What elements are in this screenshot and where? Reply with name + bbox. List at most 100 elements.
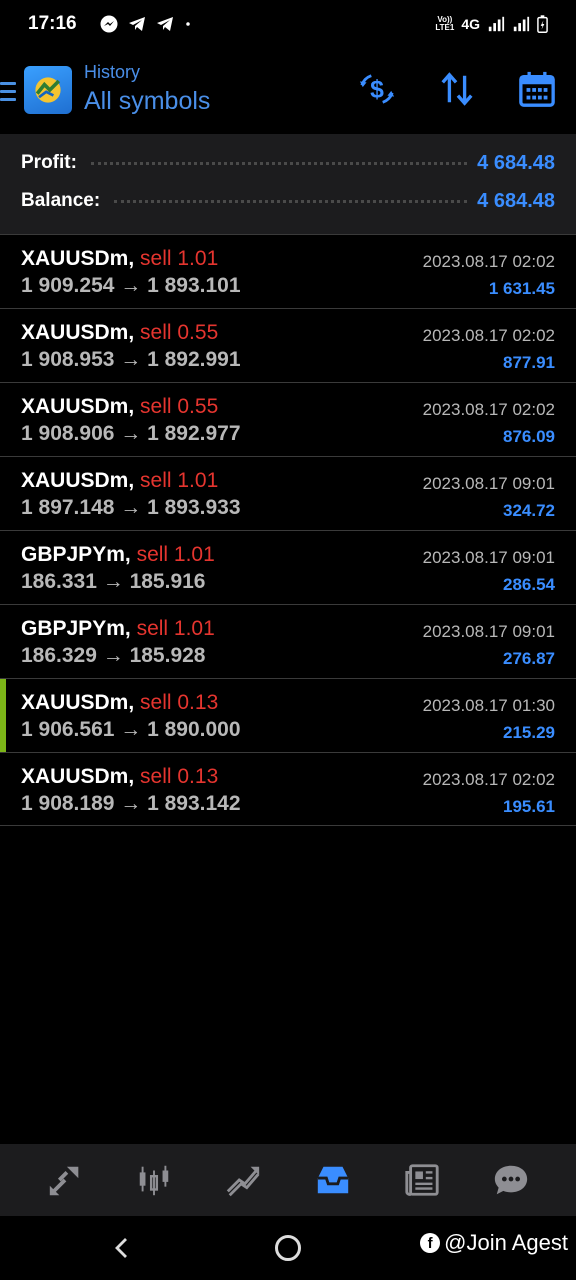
- trade-history-list: XAUUSDm, sell 1.01 1 909.254 → 1 893.101…: [0, 234, 576, 826]
- trade-side: sell 1.01: [136, 543, 215, 566]
- trade-time: 2023.08.17 02:02: [422, 326, 555, 345]
- profit-value: 4 684.48: [477, 151, 555, 174]
- menu-icon[interactable]: [0, 82, 16, 102]
- trade-row[interactable]: XAUUSDm, sell 0.55 1 908.953 → 1 892.991…: [0, 308, 576, 382]
- history-icon: [317, 1166, 348, 1194]
- volte-badge: Vo)) LTE1: [435, 15, 455, 32]
- trade-time: 2023.08.17 01:30: [422, 696, 555, 715]
- trade-profit: 195.61: [503, 797, 555, 816]
- trade-prices: 1 909.254 → 1 893.101: [21, 274, 241, 297]
- page-title: All symbols: [84, 87, 211, 115]
- trade-prices: 1 908.189 → 1 893.142: [21, 792, 241, 815]
- trade-prices: 186.329 → 185.928: [21, 644, 206, 667]
- system-navigation: f @Join Agest: [0, 1216, 576, 1280]
- currency-exchange-icon[interactable]: $: [358, 70, 396, 108]
- metatrader-logo-icon: [35, 77, 61, 103]
- header-actions: $: [358, 70, 556, 108]
- trade-row[interactable]: XAUUSDm, sell 1.01 1 909.254 → 1 893.101…: [0, 234, 576, 308]
- trade-profit: 276.87: [503, 649, 555, 668]
- trade-row[interactable]: XAUUSDm, sell 0.13 1 908.189 → 1 893.142…: [0, 752, 576, 826]
- trade-row[interactable]: GBPJPYm, sell 1.01 186.331 → 185.916 202…: [0, 530, 576, 604]
- svg-text:$: $: [370, 77, 384, 104]
- header-titles[interactable]: History All symbols: [84, 62, 210, 116]
- telegram-icon: [156, 17, 173, 31]
- trade-profit: 286.54: [503, 575, 555, 594]
- trade-symbol: GBPJPYm,: [21, 617, 131, 640]
- leader-dots: [90, 161, 468, 165]
- trade-profit: 876.09: [503, 427, 555, 446]
- bottom-navigation: [0, 1144, 576, 1216]
- messages-icon: [495, 1165, 528, 1195]
- balance-row: Balance: 4 684.48: [21, 182, 555, 220]
- trade-profit: 1 631.45: [488, 279, 555, 298]
- app-logo[interactable]: [24, 66, 72, 114]
- facebook-icon: f: [420, 1233, 441, 1253]
- signal-icon: [488, 16, 505, 32]
- trade-symbol: XAUUSDm,: [21, 247, 135, 270]
- trade-time: 2023.08.17 02:02: [422, 770, 555, 789]
- dot-icon: [185, 22, 190, 26]
- trade-side: sell 1.01: [140, 247, 219, 270]
- page-subtitle: History: [84, 62, 141, 82]
- nav-chart[interactable]: [134, 1160, 174, 1200]
- trade-profit: 215.29: [503, 723, 555, 742]
- nav-quotes[interactable]: [45, 1160, 85, 1200]
- trade-profit: 877.91: [503, 353, 555, 372]
- trade-profit: 324.72: [503, 501, 555, 520]
- status-bar: 17:16 Vo)) LTE1 4G: [0, 0, 576, 48]
- app-bar: History All symbols $: [0, 52, 576, 132]
- trade-row[interactable]: XAUUSDm, sell 0.55 1 908.906 → 1 892.977…: [0, 382, 576, 456]
- trade-symbol: XAUUSDm,: [21, 691, 135, 714]
- trade-row[interactable]: XAUUSDm, sell 1.01 1 897.148 → 1 893.933…: [0, 456, 576, 530]
- trade-prices: 1 897.148 → 1 893.933: [21, 496, 241, 519]
- trade-side: sell 0.55: [140, 321, 219, 344]
- balance-label: Balance:: [21, 190, 101, 211]
- nav-news[interactable]: [402, 1160, 442, 1200]
- quotes-icon: [49, 1166, 78, 1196]
- trade-time: 2023.08.17 09:01: [422, 622, 555, 641]
- trade-time: 2023.08.17 09:01: [422, 474, 555, 493]
- trade-symbol: XAUUSDm,: [21, 469, 135, 492]
- balance-value: 4 684.48: [477, 189, 555, 212]
- trade-side: sell 0.13: [140, 691, 219, 714]
- notification-icons: [99, 14, 193, 34]
- trade-row-selected[interactable]: XAUUSDm, sell 0.13 1 906.561 → 1 890.000…: [0, 678, 576, 752]
- trade-symbol: XAUUSDm,: [21, 321, 135, 344]
- chart-icon: [139, 1165, 169, 1196]
- trade-side: sell 1.01: [136, 617, 215, 640]
- trade-side: sell 0.13: [140, 765, 219, 788]
- news-icon: [405, 1164, 439, 1196]
- status-time: 17:16: [28, 13, 77, 34]
- trade-row[interactable]: GBPJPYm, sell 1.01 186.329 → 185.928 202…: [0, 604, 576, 678]
- trade-prices: 1 906.561 → 1 890.000: [21, 718, 241, 741]
- battery-icon: [537, 15, 548, 33]
- watermark-text: @Join Agest: [444, 1230, 568, 1255]
- trade-prices: 1 908.906 → 1 892.977: [21, 422, 241, 445]
- system-indicators: Vo)) LTE1 4G: [435, 14, 548, 34]
- watermark: f @Join Agest: [420, 1230, 568, 1256]
- messenger-icon: [100, 15, 118, 33]
- nav-trade[interactable]: [223, 1160, 263, 1200]
- leader-dots: [114, 199, 468, 203]
- trade-icon: [227, 1166, 260, 1197]
- trade-symbol: GBPJPYm,: [21, 543, 131, 566]
- trade-time: 2023.08.17 02:02: [422, 252, 555, 271]
- calendar-icon[interactable]: [518, 70, 556, 108]
- sort-icon[interactable]: [438, 70, 476, 108]
- trade-symbol: XAUUSDm,: [21, 395, 135, 418]
- trade-time: 2023.08.17 09:01: [422, 548, 555, 567]
- trade-time: 2023.08.17 02:02: [422, 400, 555, 419]
- trade-side: sell 1.01: [140, 469, 219, 492]
- telegram-icon: [128, 17, 145, 31]
- trade-side: sell 0.55: [140, 395, 219, 418]
- trade-prices: 1 908.953 → 1 892.991: [21, 348, 241, 371]
- account-summary: Profit: 4 684.48 Balance: 4 684.48: [0, 134, 576, 234]
- profit-row: Profit: 4 684.48: [21, 144, 555, 182]
- nav-history[interactable]: [313, 1160, 353, 1200]
- home-button[interactable]: [275, 1235, 301, 1261]
- signal-icon: [513, 16, 530, 32]
- back-icon[interactable]: [112, 1236, 132, 1260]
- trade-symbol: XAUUSDm,: [21, 765, 135, 788]
- nav-messages[interactable]: [491, 1160, 531, 1200]
- profit-label: Profit:: [21, 152, 77, 173]
